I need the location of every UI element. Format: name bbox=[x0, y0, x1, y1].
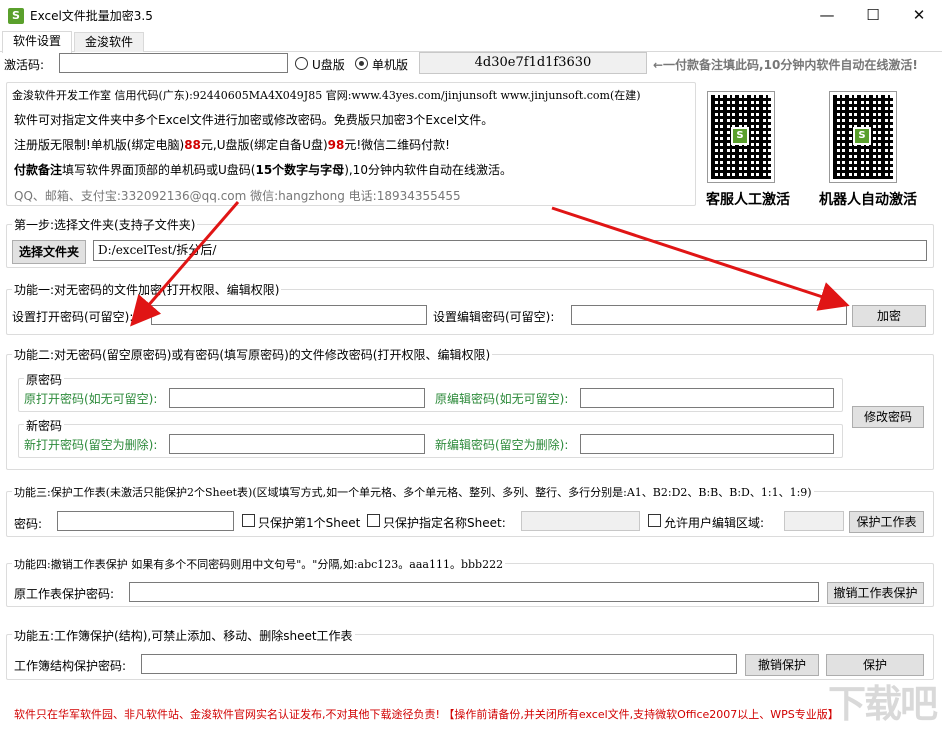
arrow-to-open-password bbox=[130, 201, 240, 327]
arrow-to-encrypt-button bbox=[551, 206, 850, 311]
annotation-arrows bbox=[130, 201, 850, 327]
